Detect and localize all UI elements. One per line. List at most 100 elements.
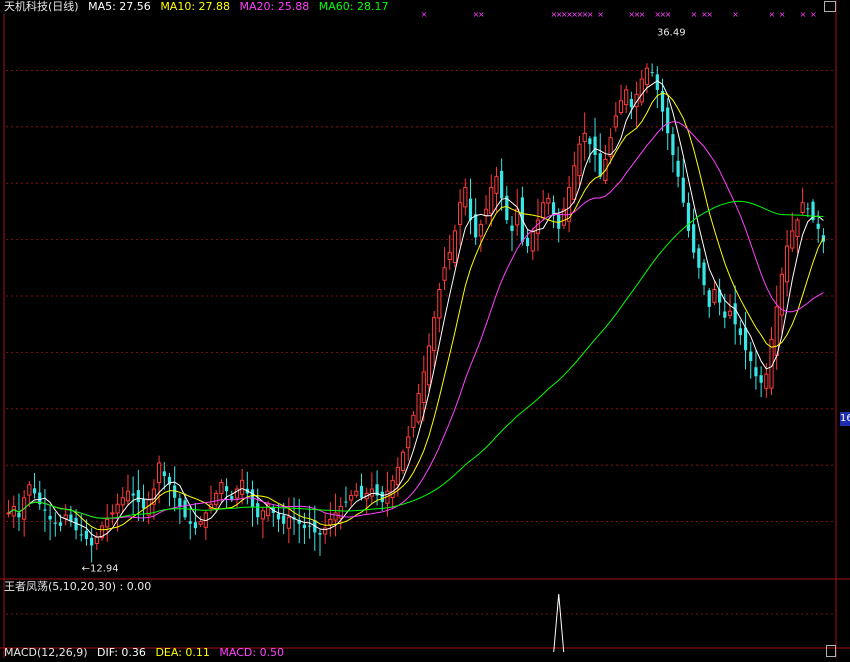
chart-background xyxy=(0,0,850,658)
candle-body-down xyxy=(510,225,514,231)
candle-body-down xyxy=(598,153,602,177)
candle-body-up xyxy=(494,176,499,194)
candle-body-up xyxy=(795,219,800,237)
candle-body-up xyxy=(432,317,437,351)
candle-body-up xyxy=(421,371,426,404)
candle-body-down xyxy=(650,72,654,74)
candle-body-up xyxy=(483,208,489,217)
candle-body-down xyxy=(58,522,63,526)
candlestick-chart[interactable]: 36.49←12.94× ×× ×××××××× × ××× ××× × ×× × × × × × xyxy=(0,0,850,658)
candle-body-down xyxy=(256,503,260,518)
candle-body-up xyxy=(328,518,333,526)
signal-marker: × xyxy=(587,10,594,19)
signal-marker: × xyxy=(597,10,604,19)
candle-body-down xyxy=(733,303,737,325)
candle-body-down xyxy=(588,138,592,145)
candle-body-down xyxy=(697,248,701,268)
candle-body-up xyxy=(546,197,551,204)
candle-body-up xyxy=(639,78,644,103)
candle-body-down xyxy=(188,521,192,524)
candle-body-up xyxy=(105,518,110,528)
signal-marker: × xyxy=(769,10,776,19)
ma10-label: MA10: 27.88 xyxy=(160,0,231,13)
candle-body-up xyxy=(240,479,245,495)
indicator-header: 王者凤荡(5,10,20,30) : 0.00 xyxy=(4,580,157,594)
candle-body-up xyxy=(437,288,442,319)
candle-body-up xyxy=(618,100,624,114)
macd-value-label: MACD: 0.50 xyxy=(219,646,285,659)
candle-body-up xyxy=(712,288,717,303)
candle-body-down xyxy=(474,214,478,238)
candle-body-up xyxy=(406,436,411,449)
candle-body-up xyxy=(489,187,494,214)
candle-body-down xyxy=(500,170,504,199)
candle-body-down xyxy=(141,499,146,509)
macd-title[interactable]: MACD(12,26,9) xyxy=(4,646,88,659)
candle-body-up xyxy=(369,488,374,497)
candle-body-up xyxy=(624,89,629,106)
candle-body-down xyxy=(178,498,182,507)
candle-body-up xyxy=(395,466,400,486)
candle-body-down xyxy=(759,375,763,383)
candle-body-up xyxy=(613,115,618,128)
candle-body-down xyxy=(32,488,37,494)
candle-body-up xyxy=(774,306,779,357)
candle-body-down xyxy=(43,509,47,511)
candle-body-up xyxy=(784,245,790,283)
stock-title[interactable]: 天机科技(日线) xyxy=(4,0,79,13)
candle-body-down xyxy=(707,290,711,307)
candle-body-down xyxy=(224,486,229,492)
candle-body-down xyxy=(48,515,52,520)
candle-body-down xyxy=(686,202,691,231)
candle-body-down xyxy=(17,512,21,518)
candle-body-up xyxy=(120,497,125,506)
candle-body-up xyxy=(286,516,291,529)
dea-label: DEA: 0.11 xyxy=(155,646,210,659)
candle-body-down xyxy=(53,522,57,524)
indicator-label[interactable]: 王者凤荡(5,10,20,30) : 0.00 xyxy=(4,580,151,593)
candle-body-down xyxy=(671,134,675,155)
candle-body-down xyxy=(743,327,748,351)
panel-toggle-icon[interactable] xyxy=(824,1,836,12)
candle-body-up xyxy=(535,219,541,234)
candle-body-up xyxy=(478,223,483,237)
candle-body-down xyxy=(525,237,530,247)
candle-body-down xyxy=(692,224,696,253)
candle-body-up xyxy=(110,512,115,515)
candle-body-up xyxy=(125,490,131,502)
candle-body-up xyxy=(644,67,650,85)
candle-body-up xyxy=(727,310,733,316)
main-chart-header: 天机科技(日线) MA5: 27.56 MA10: 27.88 MA20: 25… xyxy=(4,0,394,14)
candle-body-down xyxy=(754,367,758,377)
candle-body-up xyxy=(541,202,546,219)
candle-body-up xyxy=(214,492,219,505)
candle-body-up xyxy=(260,510,266,520)
candle-body-up xyxy=(530,230,535,252)
candle-body-down xyxy=(131,493,135,496)
candle-body-up xyxy=(400,451,406,472)
candle-body-down xyxy=(90,537,94,546)
candle-body-up xyxy=(442,267,447,281)
candle-body-up xyxy=(146,499,151,516)
candle-body-up xyxy=(463,187,468,208)
candle-body-down xyxy=(629,98,633,108)
candle-body-down xyxy=(79,534,83,536)
candle-body-up xyxy=(219,482,224,495)
candle-body-up xyxy=(156,462,162,484)
signal-marker: × xyxy=(691,10,698,19)
candle-body-down xyxy=(136,490,140,503)
candle-body-up xyxy=(27,484,32,496)
macd-panel-toggle-icon[interactable] xyxy=(826,645,836,657)
candle-body-up xyxy=(764,373,769,389)
candle-body-up xyxy=(115,503,120,514)
candle-body-down xyxy=(593,136,597,155)
candle-body-down xyxy=(806,208,810,210)
signal-marker: × xyxy=(639,10,646,19)
signal-marker: × xyxy=(421,10,428,19)
candle-body-up xyxy=(94,536,99,544)
candle-body-down xyxy=(84,530,89,539)
candle-body-up xyxy=(11,505,16,517)
candle-body-down xyxy=(318,532,322,535)
candle-body-down xyxy=(307,525,312,527)
candle-body-up xyxy=(800,202,805,214)
